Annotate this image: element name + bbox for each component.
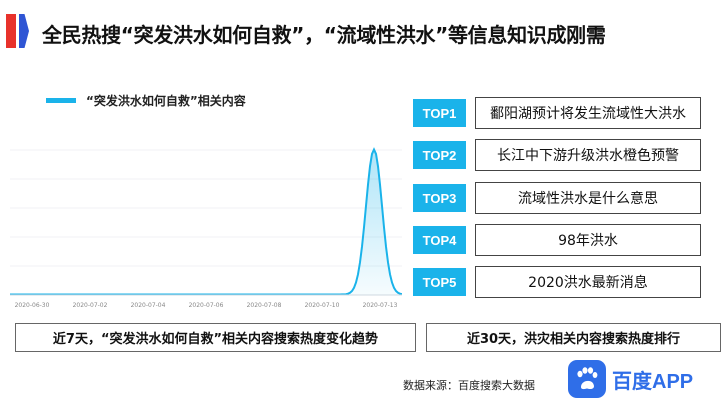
x-tick-label: 2020-07-13 [363, 302, 398, 309]
series-area [10, 149, 402, 295]
top-list-item: TOP5 2020洪水最新消息 [413, 266, 701, 298]
legend-swatch [46, 98, 76, 103]
rank-label: 2020洪水最新消息 [475, 266, 701, 298]
rank-label: 流域性洪水是什么意思 [475, 182, 701, 214]
rank-badge: TOP1 [413, 99, 466, 127]
legend-label: “突发洪水如何自救”相关内容 [86, 94, 246, 108]
chart-grid [10, 149, 402, 296]
rank-label: 98年洪水 [475, 224, 701, 256]
series-line [10, 147, 402, 296]
rank-label: 长江中下游升级洪水橙色预警 [475, 139, 701, 171]
top-list-item: TOP2 长江中下游升级洪水橙色预警 [413, 139, 701, 171]
x-tick-label: 2020-07-10 [305, 302, 340, 309]
rank-label: 鄱阳湖预计将发生流域性大洪水 [475, 97, 701, 129]
x-tick-label: 2020-07-06 [189, 302, 224, 309]
top-list-item: TOP1 鄱阳湖预计将发生流域性大洪水 [413, 97, 701, 129]
x-axis-ticks: 2020-06-30 2020-07-02 2020-07-04 2020-07-06… [15, 302, 398, 309]
top-list-item: TOP3 流域性洪水是什么意思 [413, 182, 701, 214]
caption-trend: 近7天，“突发洪水如何自救”相关内容搜索热度变化趋势 [15, 323, 416, 352]
x-tick-label: 2020-06-30 [15, 302, 50, 309]
x-tick-label: 2020-07-02 [73, 302, 108, 309]
data-source: 数据来源：百度搜索大数据 [403, 379, 535, 392]
trend-chart: 2020-06-30 2020-07-02 2020-07-04 2020-07-06… [10, 147, 402, 309]
baidu-paw-icon [568, 360, 606, 398]
brand-logo: 百度APP [568, 360, 693, 398]
rank-badge: TOP3 [413, 184, 466, 212]
x-tick-label: 2020-07-04 [131, 302, 166, 309]
top-list-item: TOP4 98年洪水 [413, 224, 701, 256]
x-tick-label: 2020-07-08 [247, 302, 282, 309]
rank-badge: TOP5 [413, 268, 466, 296]
title-accent-red [6, 14, 16, 48]
brand-name: 百度APP [612, 370, 694, 393]
rank-badge: TOP2 [413, 141, 466, 169]
title-accent-blue [19, 14, 29, 48]
rank-badge: TOP4 [413, 226, 466, 254]
chart-legend: “突发洪水如何自救”相关内容 [46, 92, 246, 109]
caption-ranking: 近30天，洪灾相关内容搜索热度排行 [426, 323, 721, 352]
page-title: 全民热搜“突发洪水如何自救”，“流域性洪水”等信息知识成刚需 [42, 23, 606, 47]
